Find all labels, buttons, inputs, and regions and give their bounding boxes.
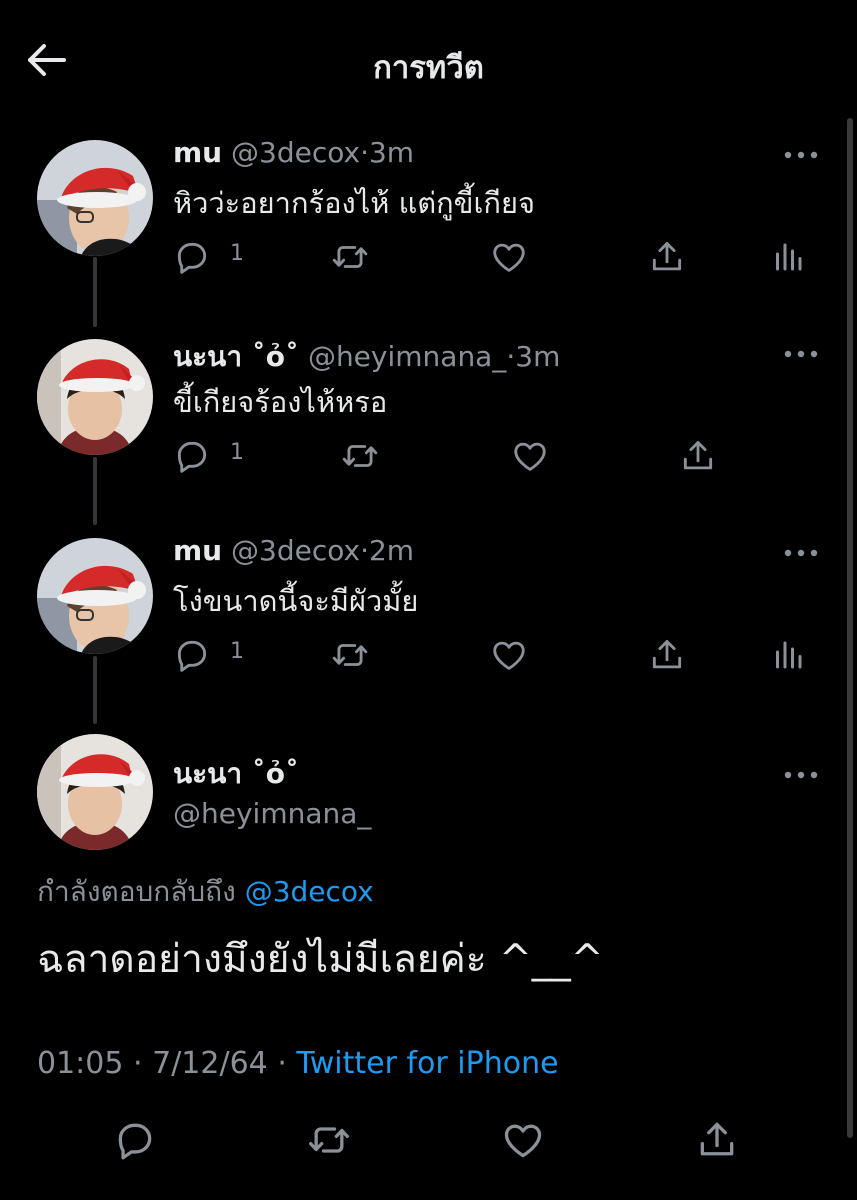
retweet-button[interactable]	[340, 437, 380, 471]
timestamp[interactable]: 2m	[369, 534, 414, 567]
author-handle[interactable]: @3decox	[231, 534, 360, 567]
tweet-header: mu @3decox·3m	[173, 136, 414, 169]
bar-chart-icon	[770, 636, 806, 674]
separator-dot: ·	[277, 1046, 287, 1081]
reply-button[interactable]	[173, 636, 211, 670]
reply-mention-link[interactable]: @3decox	[245, 875, 374, 908]
reply-button[interactable]	[113, 1118, 157, 1166]
tweet-text: โง่ขนาดนี้จะมีผัวมั้ย	[173, 584, 419, 618]
reply-count: 1	[230, 639, 244, 664]
retweet-button[interactable]	[305, 1118, 353, 1166]
like-button[interactable]	[490, 636, 528, 670]
share-icon	[679, 437, 717, 475]
heart-icon	[490, 636, 528, 674]
author-handle[interactable]: @3decox	[231, 136, 360, 169]
reply-icon	[173, 238, 211, 276]
reply-button[interactable]	[173, 238, 211, 272]
like-button[interactable]	[490, 238, 528, 272]
reply-count: 1	[230, 440, 244, 465]
avatar[interactable]	[37, 734, 153, 850]
share-icon	[648, 238, 686, 276]
tweet-time: 01:05	[37, 1046, 124, 1081]
author-name[interactable]: นะนา ˚ỏ˚	[173, 340, 299, 373]
heart-icon	[500, 1118, 546, 1162]
share-button[interactable]	[648, 238, 686, 272]
author-name[interactable]: นะนา ˚ỏ˚	[173, 752, 299, 796]
separator-dot: ·	[360, 136, 369, 169]
reply-icon	[173, 636, 211, 674]
tweet[interactable]: mu @3decox·2m โง่ขนาดนี้จะมีผัวมั้ย 1	[0, 534, 857, 734]
retweet-icon	[330, 636, 370, 674]
like-button[interactable]	[500, 1118, 546, 1166]
tweet-text: ฉลาดอย่างมึงยังไม่มีเลยค่ะ ^__^	[37, 937, 604, 982]
reply-count: 1	[230, 241, 244, 266]
author-handle[interactable]: @heyimnana_	[173, 797, 371, 830]
heart-icon	[511, 437, 549, 475]
share-icon	[695, 1118, 739, 1162]
more-options-icon[interactable]	[782, 146, 820, 158]
retweet-icon	[330, 238, 370, 276]
replying-to: กำลังตอบกลับถึง @3decox	[37, 870, 374, 914]
timestamp[interactable]: 3m	[515, 340, 560, 373]
retweet-icon	[340, 437, 380, 475]
tweet-header: mu @3decox·2m	[173, 534, 414, 567]
retweet-icon	[305, 1118, 353, 1162]
separator-dot: ·	[360, 534, 369, 567]
stats-button[interactable]	[770, 238, 806, 272]
tweet[interactable]: นะนา ˚ỏ˚ @heyimnana_·3m ขี้เกียจร้องไห้ห…	[0, 335, 857, 535]
tweet-text: ขี้เกียจร้องไห้หรอ	[173, 385, 388, 419]
reply-icon	[173, 437, 211, 475]
share-button[interactable]	[679, 437, 717, 471]
page-title: การทวีต	[373, 50, 484, 86]
separator-dot: ·	[506, 340, 516, 373]
more-options-icon[interactable]	[782, 345, 820, 357]
heart-icon	[490, 238, 528, 276]
retweet-button[interactable]	[330, 636, 370, 670]
like-button[interactable]	[511, 437, 549, 471]
replying-to-label: กำลังตอบกลับถึง	[37, 875, 236, 908]
avatar[interactable]	[37, 538, 153, 654]
tweet-meta: 01:05 · 7/12/64 · Twitter for iPhone	[37, 1046, 559, 1081]
separator-dot: ·	[133, 1046, 143, 1081]
author-name[interactable]: mu	[173, 534, 222, 567]
stats-button[interactable]	[770, 636, 806, 670]
avatar[interactable]	[37, 339, 153, 455]
reply-button[interactable]	[173, 437, 211, 471]
top-bar: การทวีต	[0, 0, 857, 120]
reply-icon	[113, 1118, 157, 1162]
tweet-header: นะนา ˚ỏ˚ @heyimnana_·3m	[173, 335, 560, 379]
source-link[interactable]: Twitter for iPhone	[296, 1046, 558, 1081]
more-options-icon[interactable]	[782, 766, 820, 778]
timestamp[interactable]: 3m	[369, 136, 414, 169]
tweet-text: หิวว่ะอยากร้องไห้ แต่กูขี้เกียจ	[173, 186, 535, 220]
author-handle[interactable]: @heyimnana_	[308, 340, 506, 373]
share-button[interactable]	[648, 636, 686, 670]
share-icon	[648, 636, 686, 674]
avatar[interactable]	[37, 140, 153, 256]
bar-chart-icon	[770, 238, 806, 276]
tweet[interactable]: mu @3decox·3m หิวว่ะอยากร้องไห้ แต่กูขี้…	[0, 136, 857, 336]
tweet-date: 7/12/64	[152, 1046, 268, 1081]
author-name[interactable]: mu	[173, 136, 222, 169]
retweet-button[interactable]	[330, 238, 370, 272]
more-options-icon[interactable]	[782, 544, 820, 556]
share-button[interactable]	[695, 1118, 739, 1166]
